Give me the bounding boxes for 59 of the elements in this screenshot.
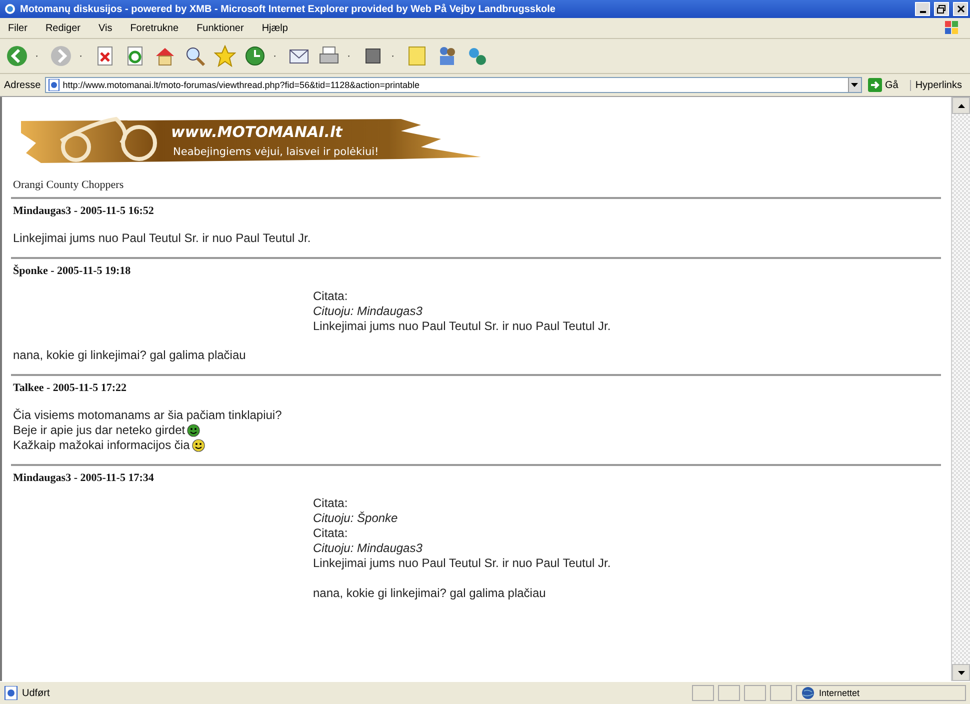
post-text: Čia visiems motomanams ar šia pačiam tinklapiui? [13,408,282,422]
dropdown-button[interactable] [848,78,861,92]
post-header: Mindaugas3 - 2005-11-5 17:34 [13,472,155,484]
go-button[interactable]: Gå [866,78,906,92]
quote-label: Citata: [313,526,349,541]
minimize-button[interactable] [915,2,930,16]
globe-icon [801,686,815,700]
post-header: Mindaugas3 - 2005-11-5 16:52 [13,205,155,217]
menu-item[interactable]: Foretrukne [130,22,179,34]
window-title: Motomanų diskusijos - powered by XMB - Microsoft Internet Explorer provided by Web På Vejby Landbrugsskole [20,4,556,14]
quote-label: Citata: [313,496,349,511]
scroll-down-icon[interactable] [958,670,964,674]
thread-title: Orangi County Choppers [13,179,125,191]
post-text: Beje ir apie jus dar neteko girdet [13,423,186,437]
scroll-up-icon[interactable] [958,104,964,108]
post-header: Talkee - 2005-11-5 17:22 [13,382,128,394]
address-label: Adresse [4,80,41,90]
restore-icon [937,4,946,14]
address-field[interactable]: http://www.motomanai.lt/moto-forumas/viewthread.php?fid=56&tid=1128&action=printable [44,77,862,93]
smiley-icon [192,438,205,452]
status-pane [744,685,766,701]
menu-item[interactable]: Filer [8,22,28,34]
quote-text: Linkejimai jums nuo Paul Teutul Sr. ir nuo Paul Teutul Jr. [313,556,612,571]
status-text: Udført [22,688,51,698]
status-pane [718,685,740,701]
status-pane [770,685,792,701]
close-icon [956,5,964,13]
quote-label: Citata: [313,289,349,304]
quote-text: Linkejimai jums nuo Paul Teutul Sr. ir nuo Paul Teutul Jr. [313,319,612,334]
restore-button[interactable] [934,2,949,16]
menu-item[interactable]: Vis [98,22,112,34]
quote-attribution: Cituoju: Šponke [313,511,399,526]
caret-icon [851,83,858,87]
scrollbar[interactable] [951,97,970,681]
post-header: Šponke - 2005-11-5 19:18 [13,265,132,277]
search-icon[interactable] [184,45,206,67]
favorites-icon[interactable] [214,45,236,67]
note-icon[interactable] [406,45,428,67]
menu-item[interactable]: Funktioner [196,22,244,34]
home-icon[interactable] [154,45,176,67]
quote-text: nana, kokie gi linkejimai? gal galima plačiau [313,586,547,601]
post-text: Kažkaip mažokai informacijos čia [13,438,190,452]
links-button[interactable]: Hyperlinks [910,80,966,90]
back-icon[interactable] [6,45,28,67]
page-icon [4,686,18,700]
post-text: nana, kokie gi linkejimai? gal galima plačiau [13,348,246,362]
menu-item[interactable]: Hjælp [262,22,288,34]
quote-attribution: Cituoju: Mindaugas3 [313,304,424,319]
smiley-icon [187,424,200,436]
arrow-icon [868,78,882,92]
close-button[interactable] [953,2,968,16]
browser-icon [4,3,16,15]
security-zone: Internettet [819,688,860,698]
quote-attribution: Cituoju: Mindaugas3 [313,541,424,556]
history-icon[interactable] [244,45,266,67]
page-icon [48,79,60,91]
status-pane [692,685,714,701]
menu-item[interactable]: Rediger [45,22,80,34]
post-text: Linkejimai jums nuo Paul Teutul Sr. ir nuo Paul Teutul Jr. [13,231,311,245]
